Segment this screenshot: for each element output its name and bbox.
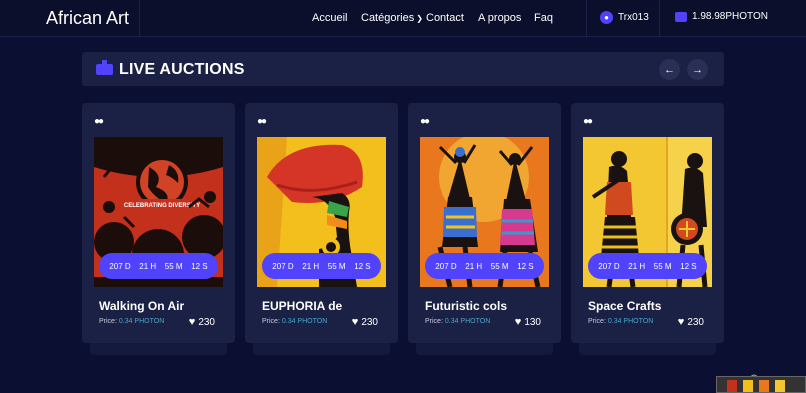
card-price: Price: 0.34 PHOTON [588, 318, 653, 325]
wallet-amount[interactable]: 1.98.98PHOTON [692, 11, 768, 22]
heart-icon[interactable]: ♥ [352, 316, 359, 328]
divider [659, 0, 660, 37]
like-button[interactable]: ♥ 230 [352, 316, 378, 328]
card-title[interactable]: Futuristic cols [425, 299, 507, 313]
preview-thumbnail[interactable] [716, 376, 806, 393]
price-label: Price: [588, 318, 606, 325]
prev-arrow-button[interactable]: ← [659, 59, 680, 80]
timer-days: 207 D [272, 261, 294, 271]
timer-hours: 21 H [139, 261, 157, 271]
timer-hours: 21 H [628, 261, 646, 271]
nav-accueil[interactable]: Accueil [312, 12, 347, 24]
more-dots-icon[interactable]: ●● [420, 116, 430, 127]
wallet-icon [675, 11, 687, 22]
thumb-tile [727, 380, 737, 392]
more-dots-icon[interactable]: ●● [583, 116, 593, 127]
countdown-timer: 207 D 21 H 55 M 12 S [99, 253, 218, 279]
card-body[interactable]: ●● CELEBRATING DIVERSITY 207 D 21 H 55 M… [82, 103, 235, 343]
price-label: Price: [425, 318, 443, 325]
price-value: 0.34 PHOTON [444, 318, 491, 325]
nav-categories-label[interactable]: Catégories [361, 12, 414, 24]
like-count: 130 [524, 316, 541, 328]
auction-icon [96, 60, 113, 75]
price-label: Price: [99, 318, 117, 325]
countdown-timer: 207 D 21 H 55 M 12 S [425, 253, 544, 279]
thumb-tile [775, 380, 785, 392]
user-menu[interactable]: ● Trx013 [600, 11, 649, 24]
brand-logo[interactable]: African Art [0, 0, 140, 37]
section-title: LIVE AUCTIONS [119, 61, 245, 78]
live-auctions-header: LIVE AUCTIONS ← → [82, 52, 724, 86]
auction-card[interactable]: ●● 207 D 21 H 55 M 12 S EUPHORIA de Pric… [245, 103, 398, 355]
like-count: 230 [361, 316, 378, 328]
card-body[interactable]: ●● 207 D 21 H 55 M 12 S EUPHORIA de Pric… [245, 103, 398, 343]
nav-categories[interactable]: Catégories ❯ [361, 12, 423, 24]
card-body[interactable]: ●● 207 D 21 H 55 M 12 S Space Crafts Pri… [571, 103, 724, 343]
user-icon: ● [600, 11, 613, 24]
countdown-timer: 207 D 21 H 55 M 12 S [588, 253, 707, 279]
nav-contact[interactable]: Contact [426, 12, 464, 24]
card-shadow [579, 341, 716, 355]
timer-minutes: 55 M [490, 261, 509, 271]
countdown-timer: 207 D 21 H 55 M 12 S [262, 253, 381, 279]
heart-icon[interactable]: ♥ [678, 316, 685, 328]
timer-seconds: 12 S [191, 261, 208, 271]
like-count: 230 [687, 316, 704, 328]
brand-name[interactable]: African Art [46, 8, 129, 29]
card-shadow [253, 341, 390, 355]
price-value: 0.34 PHOTON [118, 318, 165, 325]
wallet-balance[interactable]: 1.98.98PHOTON [675, 11, 768, 22]
card-title[interactable]: Walking On Air [99, 299, 184, 313]
top-navbar: African Art Accueil Catégories ❯ Contact … [0, 0, 806, 37]
card-price: Price: 0.34 PHOTON [99, 318, 164, 325]
timer-days: 207 D [435, 261, 457, 271]
thumb-tile [743, 380, 753, 392]
timer-days: 207 D [598, 261, 620, 271]
auction-card[interactable]: ●● 207 D 21 H 55 M 12 S Futuristic cols … [408, 103, 561, 355]
thumb-tile [759, 380, 769, 392]
timer-seconds: 12 S [517, 261, 534, 271]
card-price: Price: 0.34 PHOTON [425, 318, 490, 325]
like-button[interactable]: ♥ 230 [678, 316, 704, 328]
timer-minutes: 55 M [164, 261, 183, 271]
heart-icon[interactable]: ♥ [515, 316, 522, 328]
heart-icon[interactable]: ♥ [189, 316, 196, 328]
artwork-image[interactable]: 207 D 21 H 55 M 12 S [257, 137, 386, 287]
timer-minutes: 55 M [327, 261, 346, 271]
like-button[interactable]: ♥ 130 [515, 316, 541, 328]
card-title[interactable]: EUPHORIA de [262, 299, 342, 313]
like-count: 230 [198, 316, 215, 328]
card-body[interactable]: ●● 207 D 21 H 55 M 12 S Futuristic cols … [408, 103, 561, 343]
more-dots-icon[interactable]: ●● [94, 116, 104, 127]
price-label: Price: [262, 318, 280, 325]
next-arrow-button[interactable]: → [687, 59, 708, 80]
price-value: 0.34 PHOTON [281, 318, 328, 325]
like-button[interactable]: ♥ 230 [189, 316, 215, 328]
chevron-down-icon[interactable]: ❯ [416, 14, 423, 23]
nav-faq[interactable]: Faq [534, 12, 553, 24]
more-dots-icon[interactable]: ●● [257, 116, 267, 127]
artwork-image[interactable]: 207 D 21 H 55 M 12 S [583, 137, 712, 287]
timer-days: 207 D [109, 261, 131, 271]
card-shadow [90, 341, 227, 355]
timer-hours: 21 H [465, 261, 483, 271]
auction-card[interactable]: ●● 207 D 21 H 55 M 12 S Space Crafts Pri… [571, 103, 724, 355]
timer-hours: 21 H [302, 261, 320, 271]
timer-seconds: 12 S [354, 261, 371, 271]
timer-minutes: 55 M [653, 261, 672, 271]
card-shadow [416, 341, 553, 355]
auction-card[interactable]: ●● CELEBRATING DIVERSITY 207 D 21 H 55 M… [82, 103, 235, 355]
nav-apropos[interactable]: A propos [478, 12, 521, 24]
price-value: 0.34 PHOTON [607, 318, 654, 325]
divider [586, 0, 587, 37]
timer-seconds: 12 S [680, 261, 697, 271]
artwork-image[interactable]: 207 D 21 H 55 M 12 S [420, 137, 549, 287]
username[interactable]: Trx013 [618, 12, 649, 23]
card-price: Price: 0.34 PHOTON [262, 318, 327, 325]
artwork-image[interactable]: CELEBRATING DIVERSITY 207 D 21 H 55 M 12… [94, 137, 223, 287]
card-title[interactable]: Space Crafts [588, 299, 661, 313]
